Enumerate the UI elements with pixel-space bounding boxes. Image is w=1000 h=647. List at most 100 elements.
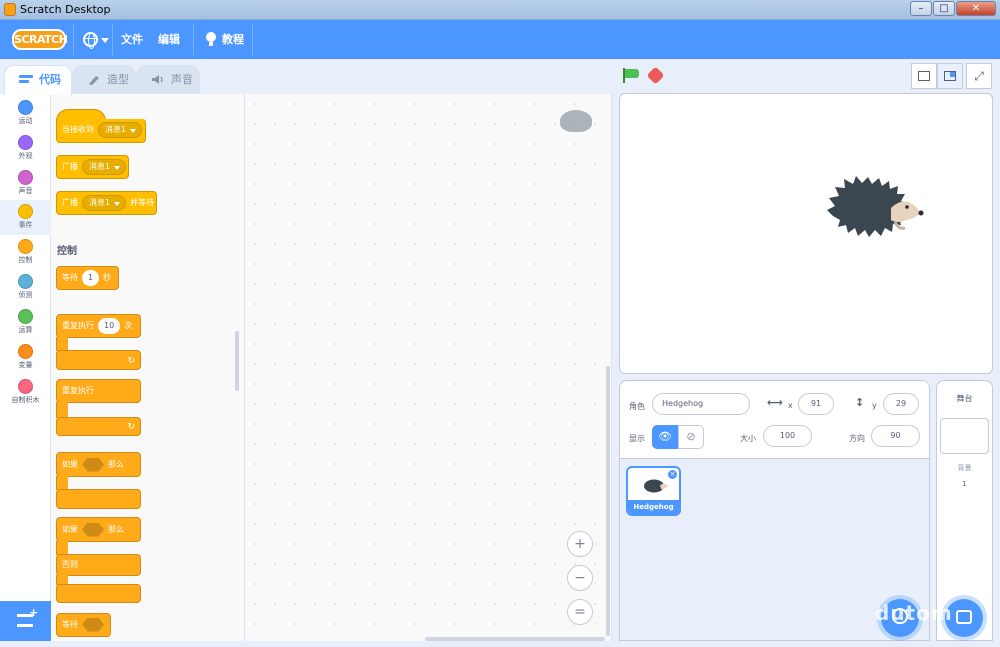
condition-slot[interactable] (82, 617, 104, 632)
broadcast-and-wait-block[interactable]: 广播 消息1 并等待 (56, 191, 157, 215)
image-icon (956, 610, 972, 624)
else-row: 否则 (56, 554, 141, 576)
menu-divider (112, 24, 113, 55)
control-section-title: 控制 (57, 246, 77, 257)
zoom-in-button[interactable]: + (567, 531, 593, 557)
scratch-logo[interactable]: SCRATCH (12, 29, 68, 50)
tab-code-label: 代码 (39, 73, 61, 86)
green-flag-button[interactable] (623, 68, 639, 83)
small-stage-button[interactable] (911, 63, 937, 89)
add-extension-button[interactable] (0, 601, 51, 641)
block-text: 如果 (62, 525, 78, 534)
y-position-input[interactable]: 29 (883, 393, 919, 415)
category-dot (18, 100, 33, 115)
repeat-count-input[interactable]: 10 (98, 318, 121, 334)
window-title: Scratch Desktop (20, 3, 111, 16)
category-menu: 运动 外观 声音 事件 控制 侦测 运算 变量 自制积木 (0, 94, 51, 601)
file-menu[interactable]: 文件 (121, 20, 143, 59)
category-my-blocks[interactable]: 自制积木 (0, 375, 51, 410)
tab-sounds[interactable]: 声音 (136, 65, 200, 94)
block-suffix: 并等待 (130, 198, 155, 207)
when-i-receive-block[interactable]: 当接收到 消息1 (56, 119, 146, 143)
category-sensing[interactable]: 侦测 (0, 270, 51, 305)
edit-menu[interactable]: 编辑 (158, 20, 180, 59)
condition-slot[interactable] (82, 522, 104, 537)
code-icon (19, 75, 33, 83)
menu-divider (193, 24, 194, 55)
x-arrows-icon: ⟷ (767, 396, 783, 409)
sprite-name-label: 角色 (629, 402, 645, 411)
category-dot (18, 239, 33, 254)
close-button[interactable]: ✕ (956, 1, 996, 16)
message-dropdown[interactable]: 消息1 (82, 158, 127, 175)
block-suffix: 那么 (108, 460, 124, 469)
stage-thumbnail[interactable] (940, 418, 989, 454)
workspace-horizontal-scrollbar[interactable] (425, 637, 605, 641)
forever-block[interactable]: 重复执行 ↻ (56, 379, 141, 437)
delete-sprite-button[interactable]: × (667, 469, 678, 480)
maximize-button[interactable]: □ (933, 1, 955, 16)
stage-canvas[interactable] (619, 93, 993, 374)
size-input[interactable]: 100 (763, 425, 812, 447)
menu-divider (252, 24, 253, 55)
category-operators[interactable]: 运算 (0, 305, 51, 340)
large-stage-button[interactable] (937, 63, 963, 89)
category-events[interactable]: 事件 (0, 200, 51, 235)
category-variables[interactable]: 变量 (0, 340, 51, 375)
condition-slot[interactable] (82, 457, 104, 472)
wait-until-block[interactable]: 等待 (56, 613, 111, 637)
stage-title: 舞台 (956, 394, 973, 403)
editor-tabs: 代码 造型 声音 (0, 59, 612, 95)
category-label: 变量 (18, 361, 33, 369)
minimize-button[interactable]: – (910, 1, 932, 16)
c-block-arm (56, 402, 68, 418)
category-dot (18, 274, 33, 289)
if-then-block[interactable]: 如果 那么 (56, 452, 141, 510)
menu-bar: SCRATCH 文件 编辑 教程 (0, 20, 1000, 59)
message-dropdown[interactable]: 消息1 (98, 121, 143, 138)
category-label: 声音 (18, 187, 33, 195)
show-sprite-button[interactable]: 👁 (652, 425, 678, 449)
broadcast-block[interactable]: 广播 消息1 (56, 155, 129, 179)
workspace-vertical-scrollbar[interactable] (606, 366, 610, 636)
seconds-input[interactable]: 1 (82, 269, 100, 286)
palette-scrollbar[interactable] (235, 331, 239, 391)
sprite-tile-hedgehog[interactable]: × Hedgehog (626, 466, 681, 516)
zoom-out-button[interactable]: − (567, 565, 593, 591)
if-block-footer (56, 489, 141, 509)
tab-code[interactable]: 代码 (4, 65, 72, 95)
category-sound[interactable]: 声音 (0, 166, 51, 201)
category-label: 自制积木 (11, 396, 40, 404)
if-else-block[interactable]: 如果 那么 否则 (56, 517, 141, 603)
category-dot (18, 170, 33, 185)
x-label: x (788, 401, 793, 410)
category-label: 运动 (18, 117, 33, 125)
message-dropdown[interactable]: 消息1 (82, 194, 127, 211)
category-motion[interactable]: 运动 (0, 96, 51, 131)
script-workspace[interactable]: + − = (245, 94, 612, 641)
zoom-reset-button[interactable]: = (567, 599, 593, 625)
category-control[interactable]: 控制 (0, 235, 51, 270)
hide-sprite-button[interactable]: ⊘ (678, 425, 704, 449)
brush-icon (89, 76, 99, 85)
x-position-input[interactable]: 91 (798, 393, 834, 415)
wait-seconds-block[interactable]: 等待 1 秒 (56, 266, 119, 290)
category-label: 事件 (18, 221, 33, 229)
show-label: 显示 (629, 434, 645, 443)
chevron-down-icon (101, 38, 109, 43)
sprite-name-input[interactable]: Hedgehog (652, 393, 750, 415)
block-text: 如果 (62, 460, 78, 469)
category-looks[interactable]: 外观 (0, 131, 51, 166)
direction-input[interactable]: 90 (871, 425, 920, 447)
stop-button[interactable] (646, 66, 665, 85)
repeat-block[interactable]: 重复执行 10 次 ↻ (56, 314, 141, 372)
lightbulb-icon (206, 32, 216, 46)
if-block-header: 如果 那么 (56, 452, 141, 477)
block-palette[interactable]: 当接收到 消息1 广播 消息1 广播 消息1 并等待 控制 等待 1 秒 重复执行 10 次 ↻… (51, 94, 245, 641)
globe-icon (83, 32, 98, 49)
hedgehog-sprite[interactable] (825, 176, 925, 242)
tutorials-button[interactable]: 教程 (222, 20, 244, 59)
sprite-info: 角色 Hedgehog ⟷ x 91 ↕ y 29 显示 👁 ⊘ 大小 100 … (620, 381, 929, 459)
tab-costumes[interactable]: 造型 (72, 65, 136, 94)
fullscreen-button[interactable]: ⤢ (966, 63, 992, 89)
